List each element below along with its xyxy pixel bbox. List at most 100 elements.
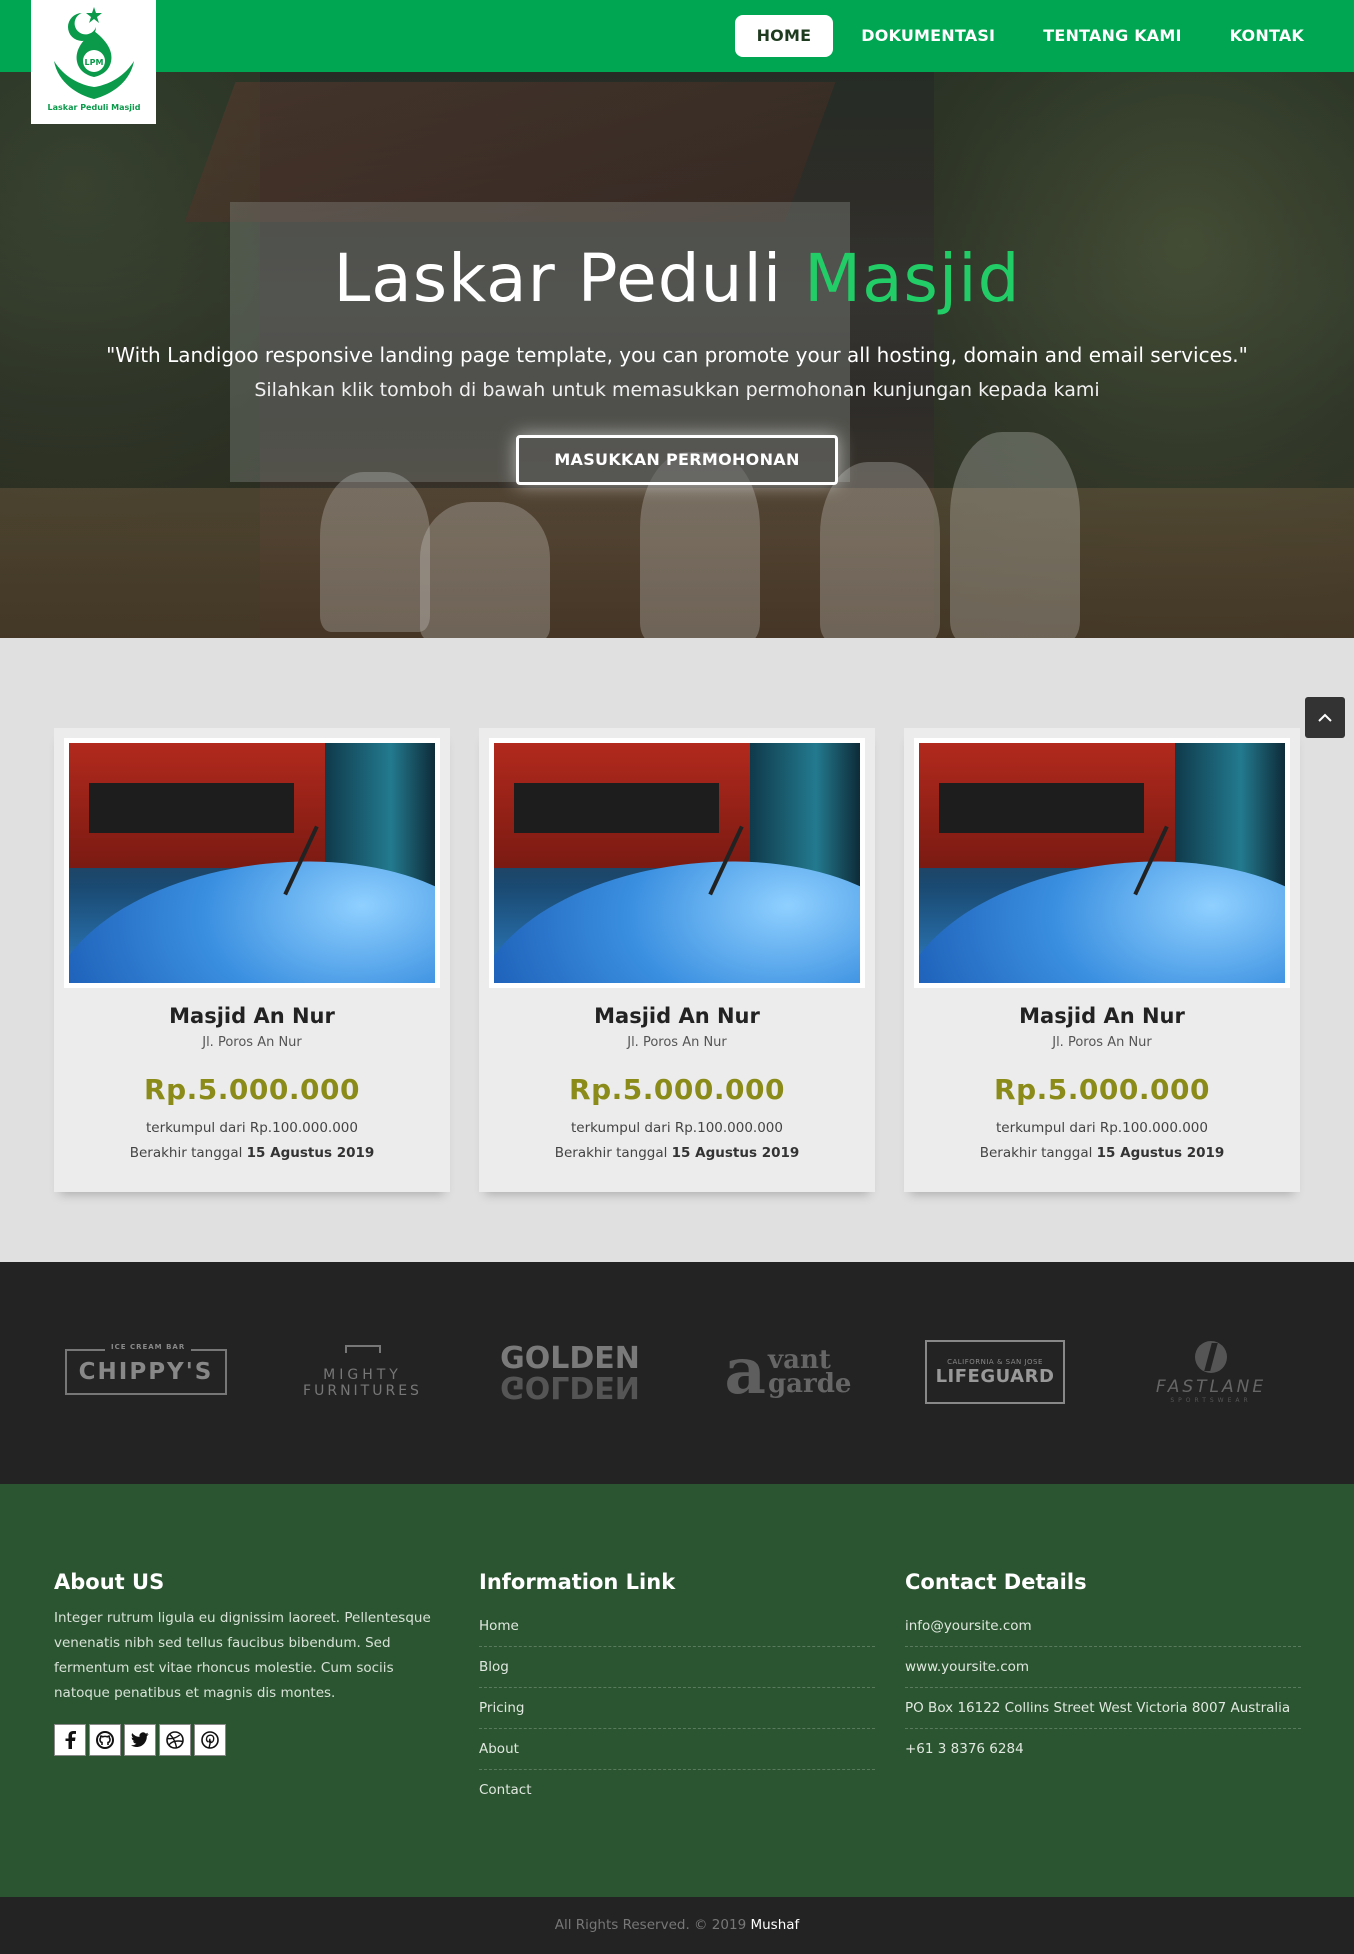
hero-bg-person (820, 462, 940, 638)
client-avant-line2: garde (768, 1369, 852, 1399)
hero-title-accent: Masjid (804, 240, 1021, 317)
nav-tentang-kami[interactable]: TENTANG KAMI (1023, 15, 1201, 57)
chevron-up-icon (1318, 713, 1332, 722)
client-logo-chippys: ICE CREAM BAR CHIPPY'S (65, 1337, 227, 1407)
fastlane-mark-icon (1195, 1340, 1227, 1373)
client-mighty-line2: FURNITURES (303, 1383, 422, 1399)
footer-contact-list: info@yoursite.com www.yoursite.com PO Bo… (905, 1606, 1301, 1770)
github-icon[interactable] (89, 1724, 121, 1756)
site-logo[interactable]: LPM Laskar Peduli Masjid (31, 0, 156, 124)
svg-text:Laskar Peduli Masjid: Laskar Peduli Masjid (47, 103, 140, 112)
footer-link-pricing[interactable]: Pricing (479, 1688, 875, 1729)
furniture-icon (344, 1345, 381, 1353)
campaign-address: Jl. Poros An Nur (627, 1035, 727, 1050)
client-fastlane-sub: SPORTSWEAR (1170, 1396, 1252, 1404)
footer-contact: Contact Details info@yoursite.com www.yo… (905, 1570, 1301, 1770)
footer: About US Integer rutrum ligula eu dignis… (0, 1484, 1354, 1897)
pinterest-icon[interactable] (194, 1724, 226, 1756)
campaign-image (914, 738, 1290, 988)
submit-request-button[interactable]: MASUKKAN PERMOHONAN (516, 435, 838, 485)
footer-links: Information Link Home Blog Pricing About… (479, 1570, 875, 1811)
twitter-icon[interactable] (124, 1724, 156, 1756)
campaign-image (64, 738, 440, 988)
campaign-end-date: Berakhir tanggal 15 Agustus 2019 (479, 1145, 875, 1161)
footer-about: About US Integer rutrum ligula eu dignis… (54, 1570, 450, 1756)
mosque-hands-logo-icon: LPM Laskar Peduli Masjid (45, 7, 142, 113)
campaign-address: Jl. Poros An Nur (202, 1035, 302, 1050)
campaign-raised: terkumpul dari Rp.100.000.000 (146, 1120, 358, 1136)
social-links (54, 1724, 450, 1756)
campaign-name: Masjid An Nur (1019, 1004, 1185, 1028)
hero-bg-person (420, 502, 550, 638)
footer-about-title: About US (54, 1570, 165, 1594)
campaign-card[interactable]: Masjid An Nur Jl. Poros An Nur Rp.5.000.… (54, 728, 450, 1192)
svg-text:LPM: LPM (84, 58, 103, 67)
hero-subtitle: Silahkan klik tomboh di bawah untuk mema… (254, 379, 1100, 401)
dribbble-icon[interactable] (159, 1724, 191, 1756)
copyright-author-link[interactable]: Mushaf (750, 1917, 799, 1933)
footer-link-blog[interactable]: Blog (479, 1647, 875, 1688)
nav-home[interactable]: HOME (734, 15, 834, 57)
hero-quote: "With Landigoo responsive landing page t… (106, 343, 1248, 367)
hero-bg-person (320, 472, 430, 632)
footer-link-home[interactable]: Home (479, 1606, 875, 1647)
campaign-end-date: Berakhir tanggal 15 Agustus 2019 (904, 1145, 1300, 1161)
campaign-raised: terkumpul dari Rp.100.000.000 (571, 1120, 783, 1136)
client-chippys-tagline: ICE CREAM BAR (105, 1343, 192, 1351)
campaign-amount: Rp.5.000.000 (569, 1073, 785, 1106)
client-avant-letter: a (724, 1334, 766, 1409)
client-logo-golden: GOLDEN GOLDEN (500, 1337, 640, 1407)
hero-section: Laskar Peduli Masjid "With Landigoo resp… (0, 72, 1354, 638)
campaign-end-label: Berakhir tanggal (554, 1145, 672, 1161)
campaign-raised: terkumpul dari Rp.100.000.000 (996, 1120, 1208, 1136)
client-fastlane-name: FASTLANE (1155, 1376, 1267, 1397)
campaign-end-date: Berakhir tanggal 15 Agustus 2019 (54, 1145, 450, 1161)
campaign-card[interactable]: Masjid An Nur Jl. Poros An Nur Rp.5.000.… (479, 728, 875, 1192)
campaign-card[interactable]: Masjid An Nur Jl. Poros An Nur Rp.5.000.… (904, 728, 1300, 1192)
navbar: HOME DOKUMENTASI TENTANG KAMI KONTAK (0, 0, 1354, 72)
hero-title: Laskar Peduli Masjid (0, 240, 1354, 317)
contact-website[interactable]: www.yoursite.com (905, 1647, 1301, 1688)
client-lifeguard-name: LIFEGUARD (935, 1365, 1055, 1387)
campaign-section: Masjid An Nur Jl. Poros An Nur Rp.5.000.… (0, 638, 1354, 1262)
main-nav: HOME DOKUMENTASI TENTANG KAMI KONTAK (734, 15, 1324, 57)
footer-contact-title: Contact Details (905, 1570, 1087, 1594)
copyright-text: All Rights Reserved. © 2019 (554, 1917, 751, 1933)
client-logos-section: ICE CREAM BAR CHIPPY'S MIGHTY FURNITURES … (0, 1262, 1354, 1484)
client-logo-mighty-furnitures: MIGHTY FURNITURES (290, 1337, 435, 1407)
campaign-end-value: 15 Agustus 2019 (1096, 1145, 1225, 1161)
copyright-bar: All Rights Reserved. © 2019 Mushaf (0, 1897, 1354, 1954)
client-chippys-name: CHIPPY'S (78, 1359, 214, 1385)
client-golden-mirror: GOLDEN (500, 1369, 640, 1404)
nav-kontak[interactable]: KONTAK (1210, 15, 1324, 57)
hero-content: Laskar Peduli Masjid "With Landigoo resp… (0, 240, 1354, 485)
client-logo-fastlane: FASTLANE SPORTSWEAR (1148, 1337, 1274, 1407)
footer-links-title: Information Link (479, 1570, 676, 1594)
campaign-name: Masjid An Nur (594, 1004, 760, 1028)
client-logo-lifeguard: CALIFORNIA & SAN JOSE LIFEGUARD (925, 1337, 1065, 1407)
nav-dokumentasi[interactable]: DOKUMENTASI (841, 15, 1015, 57)
client-mighty-line1: MIGHTY (323, 1367, 402, 1383)
footer-about-text: Integer rutrum ligula eu dignissim laore… (54, 1610, 431, 1701)
campaign-name: Masjid An Nur (169, 1004, 335, 1028)
client-logo-avant-garde: a vant garde (708, 1337, 868, 1407)
campaign-amount: Rp.5.000.000 (144, 1073, 360, 1106)
contact-email[interactable]: info@yoursite.com (905, 1606, 1301, 1647)
campaign-address: Jl. Poros An Nur (1052, 1035, 1152, 1050)
footer-links-list: Home Blog Pricing About Contact (479, 1606, 875, 1811)
footer-link-about[interactable]: About (479, 1729, 875, 1770)
hero-title-main: Laskar Peduli (333, 240, 805, 317)
campaign-end-value: 15 Agustus 2019 (246, 1145, 375, 1161)
facebook-icon[interactable] (54, 1724, 86, 1756)
campaign-end-label: Berakhir tanggal (979, 1145, 1097, 1161)
contact-address: PO Box 16122 Collins Street West Victori… (905, 1688, 1301, 1729)
scroll-to-top-button[interactable] (1305, 697, 1345, 738)
client-lifeguard-tagline: CALIFORNIA & SAN JOSE (947, 1357, 1043, 1366)
footer-link-contact[interactable]: Contact (479, 1770, 875, 1811)
campaign-end-value: 15 Agustus 2019 (671, 1145, 800, 1161)
campaign-end-label: Berakhir tanggal (129, 1145, 247, 1161)
contact-phone[interactable]: +61 3 8376 6284 (905, 1729, 1301, 1770)
campaign-amount: Rp.5.000.000 (994, 1073, 1210, 1106)
campaign-image (489, 738, 865, 988)
hero-bg-roof (184, 82, 836, 222)
